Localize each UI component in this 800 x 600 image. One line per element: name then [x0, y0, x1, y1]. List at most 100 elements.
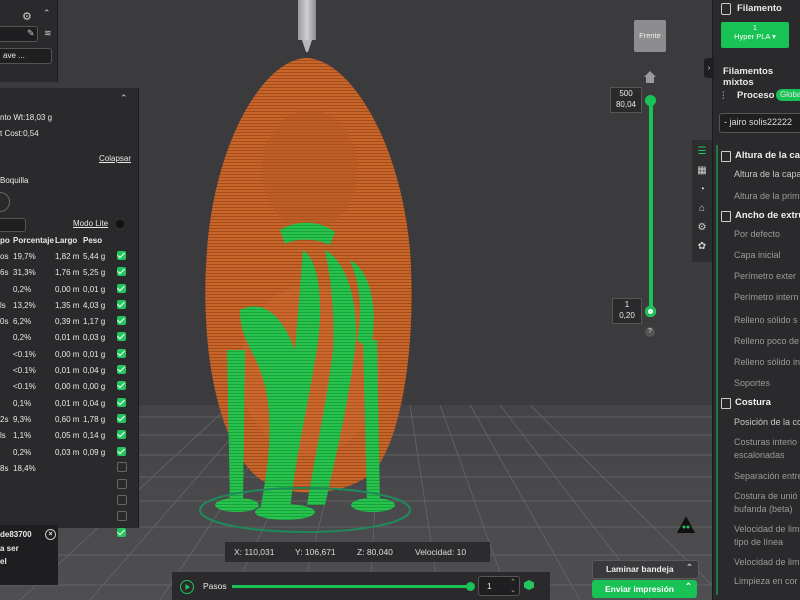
visibility-checkbox[interactable] — [117, 395, 133, 411]
checkbox-icon[interactable] — [117, 527, 126, 537]
quality-tab-icon[interactable]: ☰ — [695, 145, 709, 159]
collapse-link[interactable]: Colapsar — [99, 154, 131, 163]
settings-option[interactable]: Relleno sólido in — [734, 357, 800, 367]
visibility-checkbox[interactable] — [117, 265, 133, 281]
visibility-checkbox[interactable] — [117, 525, 133, 541]
close-icon[interactable]: × — [45, 529, 56, 540]
checkbox-icon[interactable] — [117, 413, 126, 423]
visibility-checkbox[interactable] — [117, 411, 133, 427]
view-mode-dropdown[interactable] — [0, 192, 10, 212]
settings-option[interactable]: Capa inicial — [734, 250, 781, 260]
checkbox-icon[interactable] — [117, 283, 126, 293]
stepper-arrows-icon[interactable]: ⌃ ⌄ — [510, 578, 516, 594]
checkbox-icon[interactable] — [117, 348, 126, 358]
steps-slider[interactable] — [232, 585, 470, 588]
settings-option[interactable]: Separación entre — [734, 471, 800, 481]
settings-option[interactable]: Por defecto — [734, 229, 780, 239]
global-toggle[interactable]: Globa — [776, 89, 800, 101]
checkbox-icon[interactable] — [117, 267, 126, 277]
visibility-checkbox[interactable] — [117, 281, 133, 297]
visibility-checkbox[interactable] — [117, 460, 133, 476]
strength-tab-icon[interactable]: ▦ — [695, 164, 709, 178]
visibility-checkbox[interactable] — [117, 444, 133, 460]
visibility-checkbox[interactable] — [117, 313, 133, 329]
multimaterial-tab-icon[interactable]: ✿ — [695, 240, 709, 254]
assistant-bot-icon[interactable] — [676, 515, 696, 535]
slice-plate-button[interactable]: Laminar bandeja ⌃ — [592, 560, 699, 579]
support-tab-icon[interactable]: ⌂ — [695, 202, 709, 216]
gear-icon[interactable]: ⚙ — [22, 10, 32, 23]
checkbox-icon[interactable] — [117, 430, 126, 440]
steps-slider-handle[interactable] — [466, 582, 475, 591]
send-print-button[interactable]: Enviar impresión ⌃ — [592, 580, 697, 598]
visibility-checkbox[interactable] — [117, 248, 133, 264]
collapse-icon[interactable]: ⌃ — [120, 93, 128, 104]
settings-option[interactable]: Altura de la capa — [734, 169, 800, 179]
process-profile-select[interactable]: - jairo solis22222 — [719, 113, 800, 133]
layer-slider-top-handle[interactable] — [645, 95, 656, 106]
checkbox-icon[interactable] — [117, 299, 126, 309]
table-row: 6s 31,3% 1,76 m 5,25 g — [0, 265, 133, 281]
visibility-checkbox[interactable] — [117, 346, 133, 362]
steps-stepper[interactable]: 1 ⌃ ⌄ — [478, 576, 520, 596]
lite-mode-link[interactable]: Modo Lite — [73, 219, 108, 228]
checkbox-icon[interactable] — [117, 478, 127, 489]
settings-option[interactable]: Soportes — [734, 378, 770, 388]
settings-option[interactable]: Limpieza en cor — [734, 576, 798, 586]
lite-mode-toggle[interactable] — [116, 220, 124, 228]
visibility-checkbox[interactable] — [117, 297, 133, 313]
table-cell — [83, 525, 117, 541]
chevron-up-icon[interactable]: ⌃ — [685, 581, 692, 592]
visibility-checkbox[interactable] — [117, 379, 133, 395]
settings-option[interactable]: Altura de la prim — [734, 191, 800, 201]
checkbox-icon[interactable] — [117, 494, 127, 505]
checkbox-icon[interactable] — [117, 316, 126, 326]
layer-cube-icon[interactable] — [524, 580, 534, 590]
settings-option[interactable]: Relleno poco de — [734, 336, 799, 346]
home-icon[interactable] — [643, 70, 657, 84]
section-icon — [721, 211, 731, 222]
checkbox-icon[interactable] — [117, 250, 126, 260]
checkbox-icon[interactable] — [117, 365, 126, 375]
settings-option[interactable]: tipo de línea — [734, 537, 783, 547]
play-icon[interactable] — [180, 580, 194, 594]
checkbox-icon[interactable] — [117, 381, 126, 391]
checkbox-icon[interactable] — [117, 332, 126, 342]
steps-bar: Pasos 1 ⌃ ⌄ — [172, 572, 550, 600]
settings-option[interactable]: Costura de unió — [734, 491, 798, 501]
help-icon[interactable]: ? — [645, 327, 655, 337]
settings-option[interactable]: Velocidad de lim — [734, 557, 800, 567]
filament-slot-button[interactable]: 1 Hyper PLA ▾ — [721, 22, 789, 48]
edit-icon[interactable]: ✎ — [27, 28, 35, 39]
settings-option[interactable]: Perímetro intern — [734, 292, 799, 302]
settings-option[interactable]: Perímetro exter — [734, 271, 796, 281]
chevron-up-icon[interactable]: ⌃ — [686, 562, 693, 573]
filter-input[interactable] — [0, 218, 26, 232]
visibility-checkbox[interactable] — [117, 476, 133, 492]
settings-option[interactable]: Posición de la co — [734, 417, 800, 427]
checkbox-icon[interactable] — [117, 397, 126, 407]
filament-title: Filamento — [737, 3, 782, 14]
view-cube[interactable]: Frente — [634, 20, 666, 52]
settings-option[interactable]: Velocidad de lim — [734, 524, 800, 534]
visibility-checkbox[interactable] — [117, 509, 133, 525]
layer-slider-track[interactable] — [649, 100, 653, 312]
collapse-sidebar-icon[interactable]: › — [704, 58, 714, 78]
visibility-checkbox[interactable] — [117, 362, 133, 378]
visibility-checkbox[interactable] — [117, 330, 133, 346]
settings-option[interactable]: Relleno sólido s — [734, 315, 798, 325]
visibility-checkbox[interactable] — [117, 493, 133, 509]
settings-option[interactable]: escalonadas — [734, 450, 785, 460]
settings-option[interactable]: Costuras interio — [734, 437, 797, 447]
others-tab-icon[interactable]: ⚙ — [695, 221, 709, 235]
checkbox-icon[interactable] — [117, 462, 127, 473]
wifi-icon[interactable]: ≋ — [44, 28, 52, 39]
collapse-icon[interactable]: ⌃ — [43, 8, 51, 19]
settings-option[interactable]: bufanda (beta) — [734, 504, 793, 514]
visibility-checkbox[interactable] — [117, 428, 133, 444]
speed-tab-icon[interactable]: ◔ — [695, 183, 709, 197]
layer-slider-bottom-handle[interactable] — [645, 306, 656, 317]
checkbox-icon[interactable] — [117, 511, 127, 522]
checkbox-icon[interactable] — [117, 446, 126, 456]
save-button[interactable]: ave ... — [0, 48, 52, 64]
